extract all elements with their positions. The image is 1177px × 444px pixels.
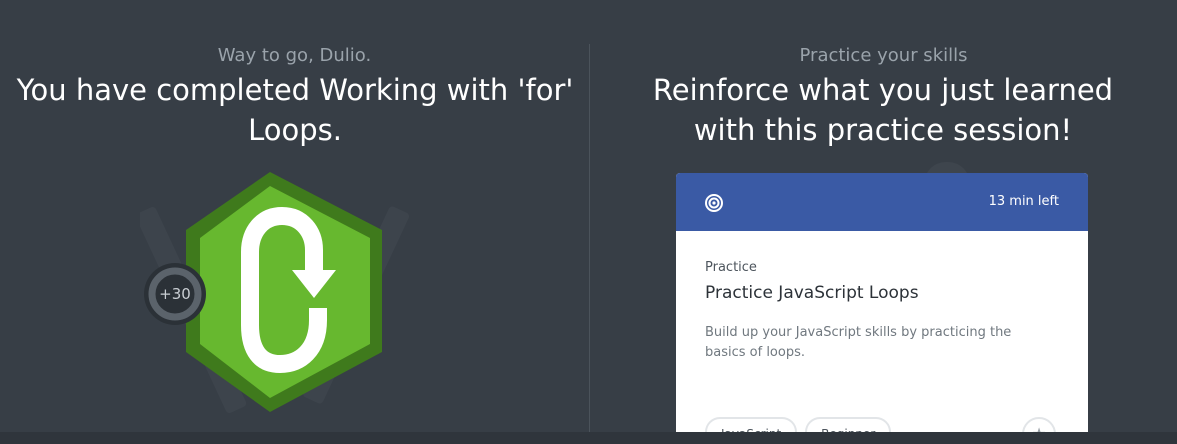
page: Way to go, Dulio. You have completed Wor… <box>0 0 1177 444</box>
practice-section: Practice your skills Reinforce what you … <box>590 44 1177 150</box>
achievement-badge: +30 <box>140 160 430 420</box>
completion-heading: You have completed Working with 'for' Lo… <box>16 73 574 147</box>
target-icon <box>705 194 723 212</box>
completion-section: Way to go, Dulio. You have completed Wor… <box>0 44 589 150</box>
completion-eyebrow: Way to go, Dulio. <box>217 45 372 66</box>
bottom-bar <box>0 432 1177 444</box>
card-header: 13 min left <box>676 173 1088 231</box>
practice-card[interactable]: 13 min left Practice Practice JavaScript… <box>676 173 1088 435</box>
card-title[interactable]: Practice JavaScript Loops <box>705 281 1059 305</box>
time-left: 13 min left <box>988 194 1059 209</box>
xp-points: +30 <box>159 285 191 303</box>
practice-eyebrow: Practice your skills <box>799 45 968 66</box>
card-type: Practice <box>705 260 757 275</box>
card-description: Build up your JavaScript skills by pract… <box>705 325 1012 360</box>
card-body: Practice Practice JavaScript Loops Build… <box>676 231 1088 363</box>
practice-heading: Reinforce what you just learned with thi… <box>652 73 1114 147</box>
